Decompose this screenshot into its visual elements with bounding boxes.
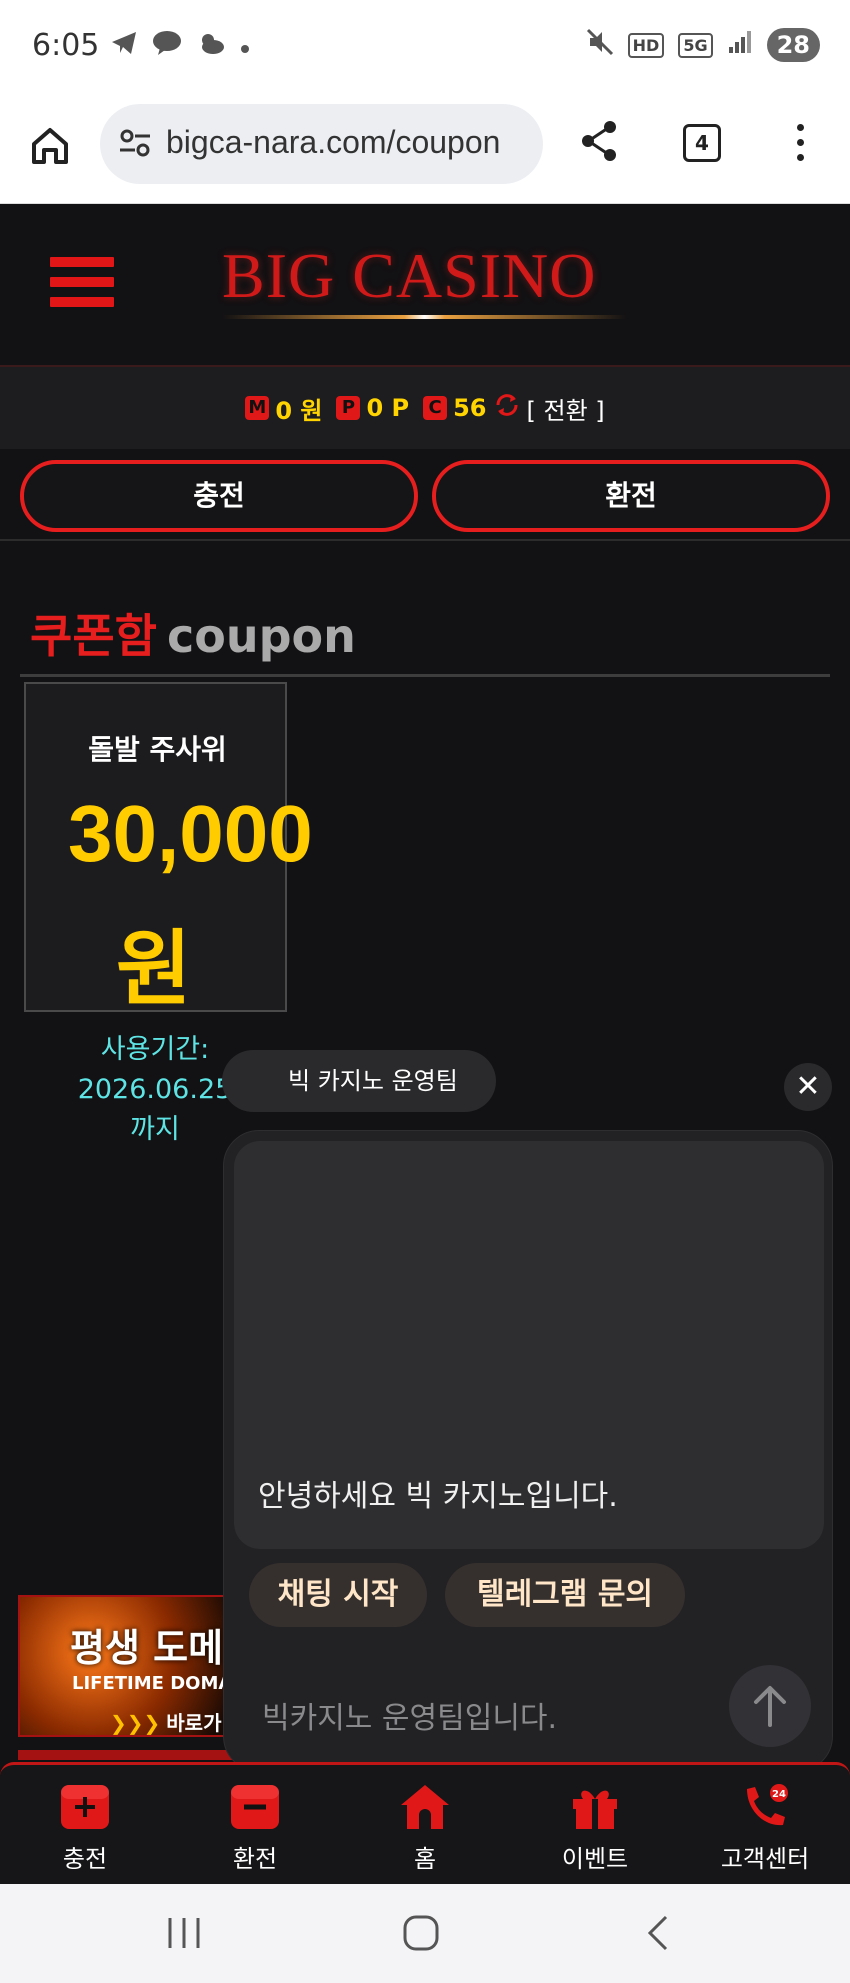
coin-badge: C	[423, 396, 448, 420]
coupon-currency: 원	[116, 922, 192, 1017]
page-title-english: coupon	[166, 609, 356, 663]
weather-icon	[196, 30, 226, 62]
chat-panel: 안녕하세요 빅 카지노입니다. 채팅 시작 텔레그램 문의 빅카지노 운영팀입니…	[223, 1130, 833, 1772]
refresh-icon[interactable]	[493, 391, 521, 426]
banner-headline: 평생 도메	[70, 1626, 224, 1670]
nav-exchange[interactable]: 환전	[170, 1765, 340, 1884]
battery-indicator: 28	[766, 28, 820, 62]
chevrons-icon: ❯❯❯	[110, 1711, 161, 1735]
charge-button[interactable]: 충전	[20, 460, 418, 532]
mute-icon	[586, 28, 614, 62]
validity-suffix: 까지	[130, 1114, 180, 1145]
nav-charge[interactable]: 충전	[0, 1765, 170, 1884]
close-icon[interactable]: ✕	[784, 1063, 832, 1111]
kakaotalk-icon	[152, 30, 182, 62]
money-value: 0 원	[275, 396, 323, 425]
share-icon[interactable]	[578, 118, 620, 164]
page-title-korean: 쿠폰함	[30, 609, 157, 663]
validity-date: 2026.06.25	[77, 1074, 233, 1105]
network-5g-icon: 5G	[678, 32, 713, 58]
nav-charge-label: 충전	[62, 1845, 108, 1873]
coupon-validity: 사용기간: 2026.06.25 까지	[70, 1030, 240, 1150]
exchange-button[interactable]: 환전	[432, 460, 830, 532]
plus-icon	[61, 1785, 109, 1829]
nav-home[interactable]: 홈	[340, 1765, 510, 1884]
bottom-navigation: 충전 환전 홈 이벤트 24 고객센터	[0, 1762, 850, 1884]
telegram-inquiry-button[interactable]: 텔레그램 문의	[445, 1563, 685, 1627]
site-logo[interactable]: BIG CASINO	[222, 239, 596, 313]
title-divider	[20, 674, 830, 677]
system-navigation-bar	[0, 1884, 850, 1983]
site-settings-icon[interactable]	[118, 126, 152, 160]
svg-text:24: 24	[772, 1789, 786, 1800]
phone-24-icon: 24	[747, 1784, 788, 1826]
back-icon[interactable]	[646, 1914, 670, 1952]
browser-toolbar: bigca-nara.com/coupon 4	[0, 96, 850, 204]
address-bar[interactable]: bigca-nara.com/coupon	[100, 104, 543, 184]
convert-link[interactable]: [ 전환 ]	[527, 391, 605, 426]
nav-event[interactable]: 이벤트	[510, 1765, 680, 1884]
coupon-amount: 30,000	[68, 789, 313, 878]
hamburger-menu-icon[interactable]	[50, 257, 114, 313]
logo-underline	[222, 315, 627, 319]
telegram-icon	[110, 30, 138, 62]
coupon-name: 돌발 주사위	[88, 733, 227, 766]
nav-support[interactable]: 24 고객센터	[680, 1765, 850, 1884]
home-icon	[401, 1785, 449, 1829]
charge-exchange-row: 충전 환전	[0, 449, 850, 541]
url-text: bigca-nara.com/coupon	[166, 124, 501, 160]
hd-icon: HD	[627, 32, 665, 58]
chat-message-bubble: 안녕하세요 빅 카지노입니다.	[234, 1141, 824, 1549]
arrow-up-icon	[754, 1686, 786, 1727]
page-title: 쿠폰함 coupon	[30, 600, 356, 666]
minus-icon	[231, 1785, 279, 1829]
point-value: 0 P	[366, 394, 410, 422]
money-badge: M	[245, 396, 270, 420]
banner-cta-text: 바로가	[166, 1711, 222, 1735]
point-balance: P 0 P	[336, 394, 409, 422]
send-button[interactable]	[729, 1665, 811, 1747]
tab-switcher-button[interactable]: 4	[683, 124, 721, 162]
nav-exchange-label: 환전	[232, 1845, 278, 1873]
balance-bar: M 0 원 P 0 P C 56 [ 전환 ]	[0, 367, 850, 449]
recent-apps-icon[interactable]	[166, 1916, 202, 1950]
validity-label: 사용기간:	[100, 1034, 210, 1065]
browser-home-icon[interactable]	[26, 122, 74, 170]
status-bar: 6:05 HD 5G 28	[0, 0, 850, 96]
banner-subline: LIFETIME DOMA	[72, 1673, 233, 1694]
banner-strip	[18, 1750, 258, 1760]
point-badge: P	[336, 396, 361, 420]
nav-support-label: 고객센터	[720, 1845, 810, 1873]
signal-icon	[727, 29, 753, 61]
money-balance: M 0 원	[245, 391, 322, 426]
gift-icon	[573, 1790, 617, 1829]
coupon-card[interactable]: 돌발 주사위 30,000 원	[24, 682, 313, 1017]
start-chat-button[interactable]: 채팅 시작	[249, 1563, 427, 1627]
chat-message-text: 안녕하세요 빅 카지노입니다.	[258, 1479, 618, 1514]
coin-value: 56	[453, 394, 487, 422]
banner-cta: ❯❯❯ 바로가	[110, 1707, 222, 1735]
dot-icon	[240, 32, 250, 60]
system-home-icon[interactable]	[402, 1914, 440, 1952]
site-header: BIG CASINO	[0, 205, 850, 367]
coin-balance: C 56 [ 전환 ]	[423, 391, 605, 426]
chat-sender-pill[interactable]: 빅 카지노 운영팀	[222, 1050, 496, 1112]
chat-input[interactable]: 빅카지노 운영팀입니다.	[262, 1693, 557, 1737]
status-time: 6:05	[32, 28, 100, 63]
nav-home-label: 홈	[413, 1845, 437, 1873]
nav-event-label: 이벤트	[561, 1845, 629, 1873]
browser-menu-icon[interactable]	[792, 124, 808, 168]
lifetime-domain-banner[interactable]: 평생 도메 LIFETIME DOMA ❯❯❯ 바로가	[18, 1595, 258, 1737]
